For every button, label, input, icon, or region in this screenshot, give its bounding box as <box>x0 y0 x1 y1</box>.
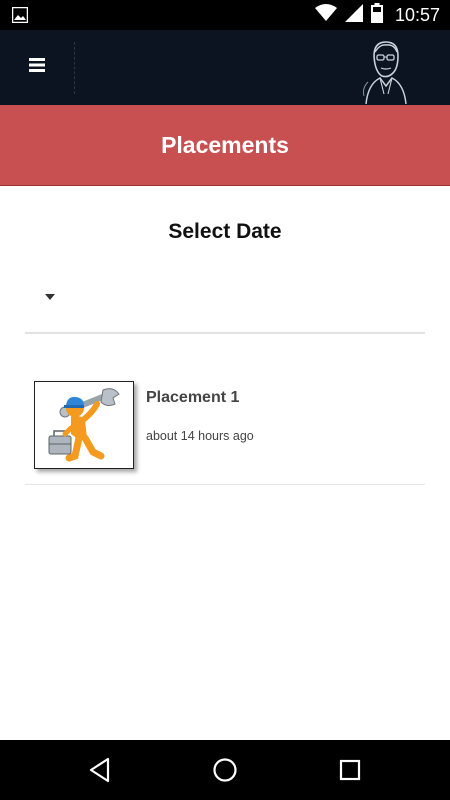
status-bar: 10:57 <box>0 0 450 30</box>
list-item-timestamp: about 14 hours ago <box>146 429 254 443</box>
worker-with-wrench-image <box>34 381 134 469</box>
list-item[interactable]: Placement 1 about 14 hours ago <box>25 370 425 485</box>
portrait-logo <box>360 38 410 105</box>
back-icon[interactable] <box>86 755 116 785</box>
home-icon[interactable] <box>210 755 240 785</box>
date-dropdown[interactable] <box>25 280 425 334</box>
image-notification-icon <box>11 6 29 28</box>
battery-icon <box>370 2 383 28</box>
page-title: Placements <box>161 131 289 158</box>
navigation-bar <box>0 740 450 800</box>
hamburger-menu-icon <box>29 57 45 77</box>
app-bar <box>0 30 450 105</box>
cellular-signal-icon <box>344 3 363 27</box>
dropdown-caret-icon <box>45 294 55 300</box>
app-screen: 10:57 Placements Select Date Placement 1… <box>0 0 450 800</box>
app-bar-divider <box>74 42 76 94</box>
wifi-icon <box>314 3 337 27</box>
title-banner: Placements <box>0 105 450 186</box>
status-time: 10:57 <box>394 4 440 25</box>
menu-button[interactable] <box>22 52 52 82</box>
select-date-heading: Select Date <box>168 220 282 243</box>
list-item-title: Placement 1 <box>146 389 240 406</box>
recents-icon[interactable] <box>335 755 365 785</box>
